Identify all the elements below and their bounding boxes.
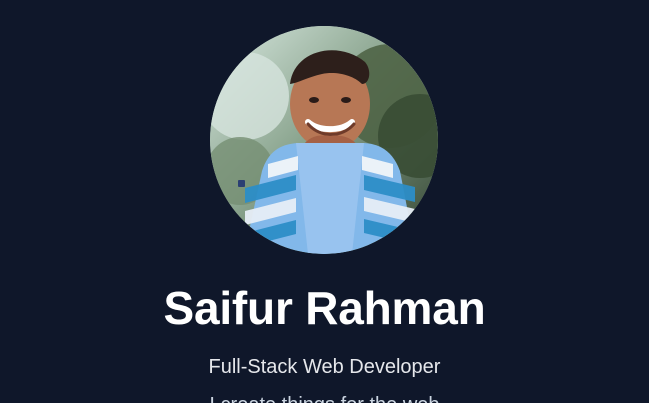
profile-intro-partial: I create things for the web: [0, 393, 649, 403]
profile-title: Full-Stack Web Developer: [208, 356, 441, 378]
hero-section: Saifur Rahman Full-Stack Web Developer I…: [0, 0, 649, 403]
profile-name: Saifur Rahman: [163, 282, 486, 334]
profile-avatar: [210, 26, 438, 254]
profile-photo-illustration: [210, 26, 438, 254]
